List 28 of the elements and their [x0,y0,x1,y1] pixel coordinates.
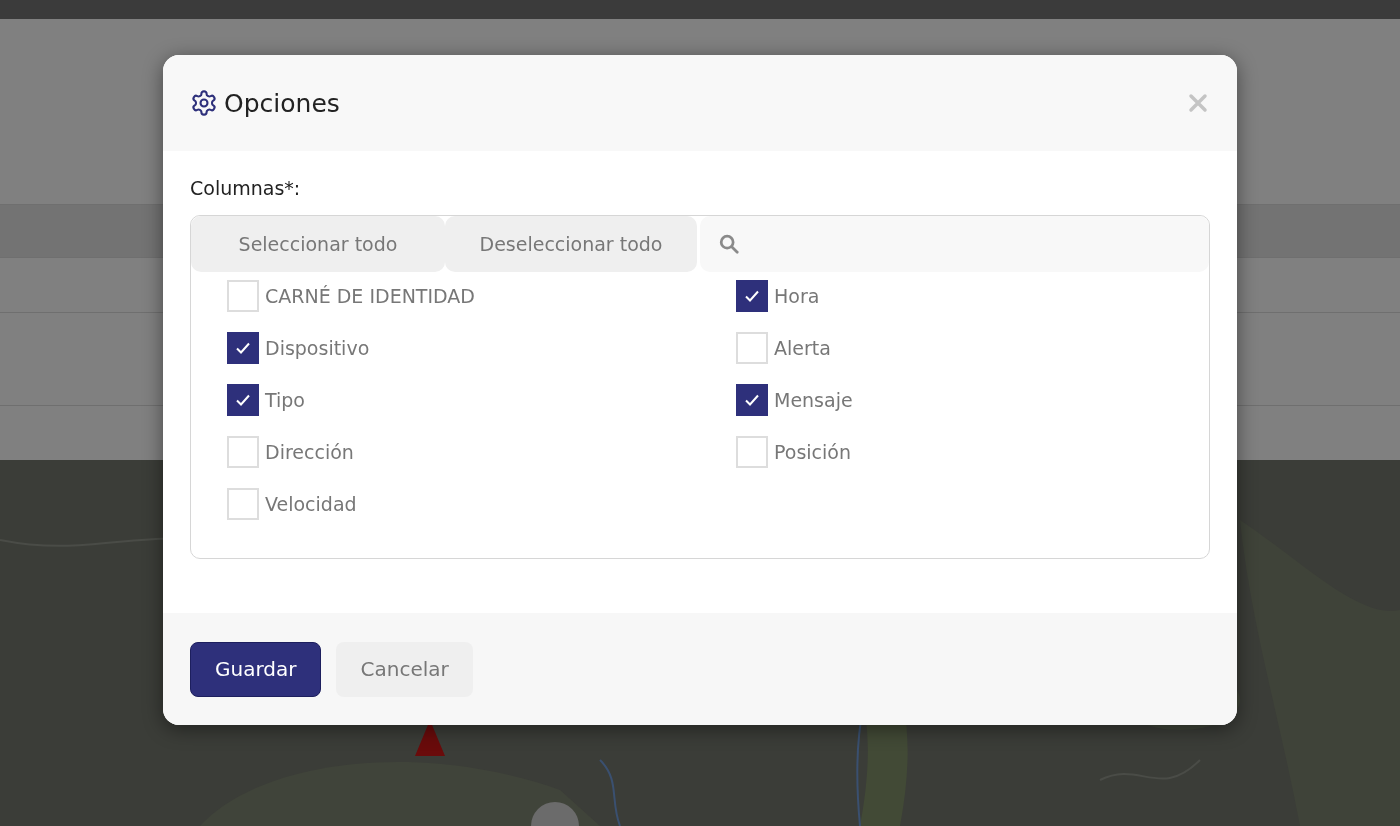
checkbox[interactable] [736,436,768,468]
deselect-all-button[interactable]: Deseleccionar todo [445,216,697,272]
field-label: Columnas*: [190,177,302,199]
column-option[interactable]: Hora [736,280,1209,312]
close-button[interactable] [1186,91,1210,115]
column-option[interactable]: Velocidad [227,488,736,520]
checkbox[interactable] [227,332,259,364]
search-icon [718,233,740,255]
cancel-button[interactable]: Cancelar [336,641,473,697]
column-option[interactable]: Dirección [227,436,736,468]
checkbox[interactable] [227,488,259,520]
save-button[interactable]: Guardar [190,641,322,697]
column-option[interactable]: Posición [736,436,1209,468]
column-option[interactable]: Alerta [736,332,1209,364]
checkbox[interactable] [736,332,768,364]
checkbox[interactable] [227,436,259,468]
column-option[interactable]: Dispositivo [227,332,736,364]
checkbox[interactable] [736,384,768,416]
search-field[interactable] [700,216,1209,272]
checkbox[interactable] [227,280,259,312]
checkbox[interactable] [227,384,259,416]
settings-icon [190,89,218,117]
column-option[interactable]: CARNÉ DE IDENTIDAD [227,280,736,312]
select-all-button[interactable]: Seleccionar todo [191,216,445,272]
checkbox[interactable] [736,280,768,312]
column-option[interactable]: Tipo [227,384,736,416]
column-option[interactable]: Mensaje [736,384,1209,416]
dialog-title: Opciones [224,88,341,118]
